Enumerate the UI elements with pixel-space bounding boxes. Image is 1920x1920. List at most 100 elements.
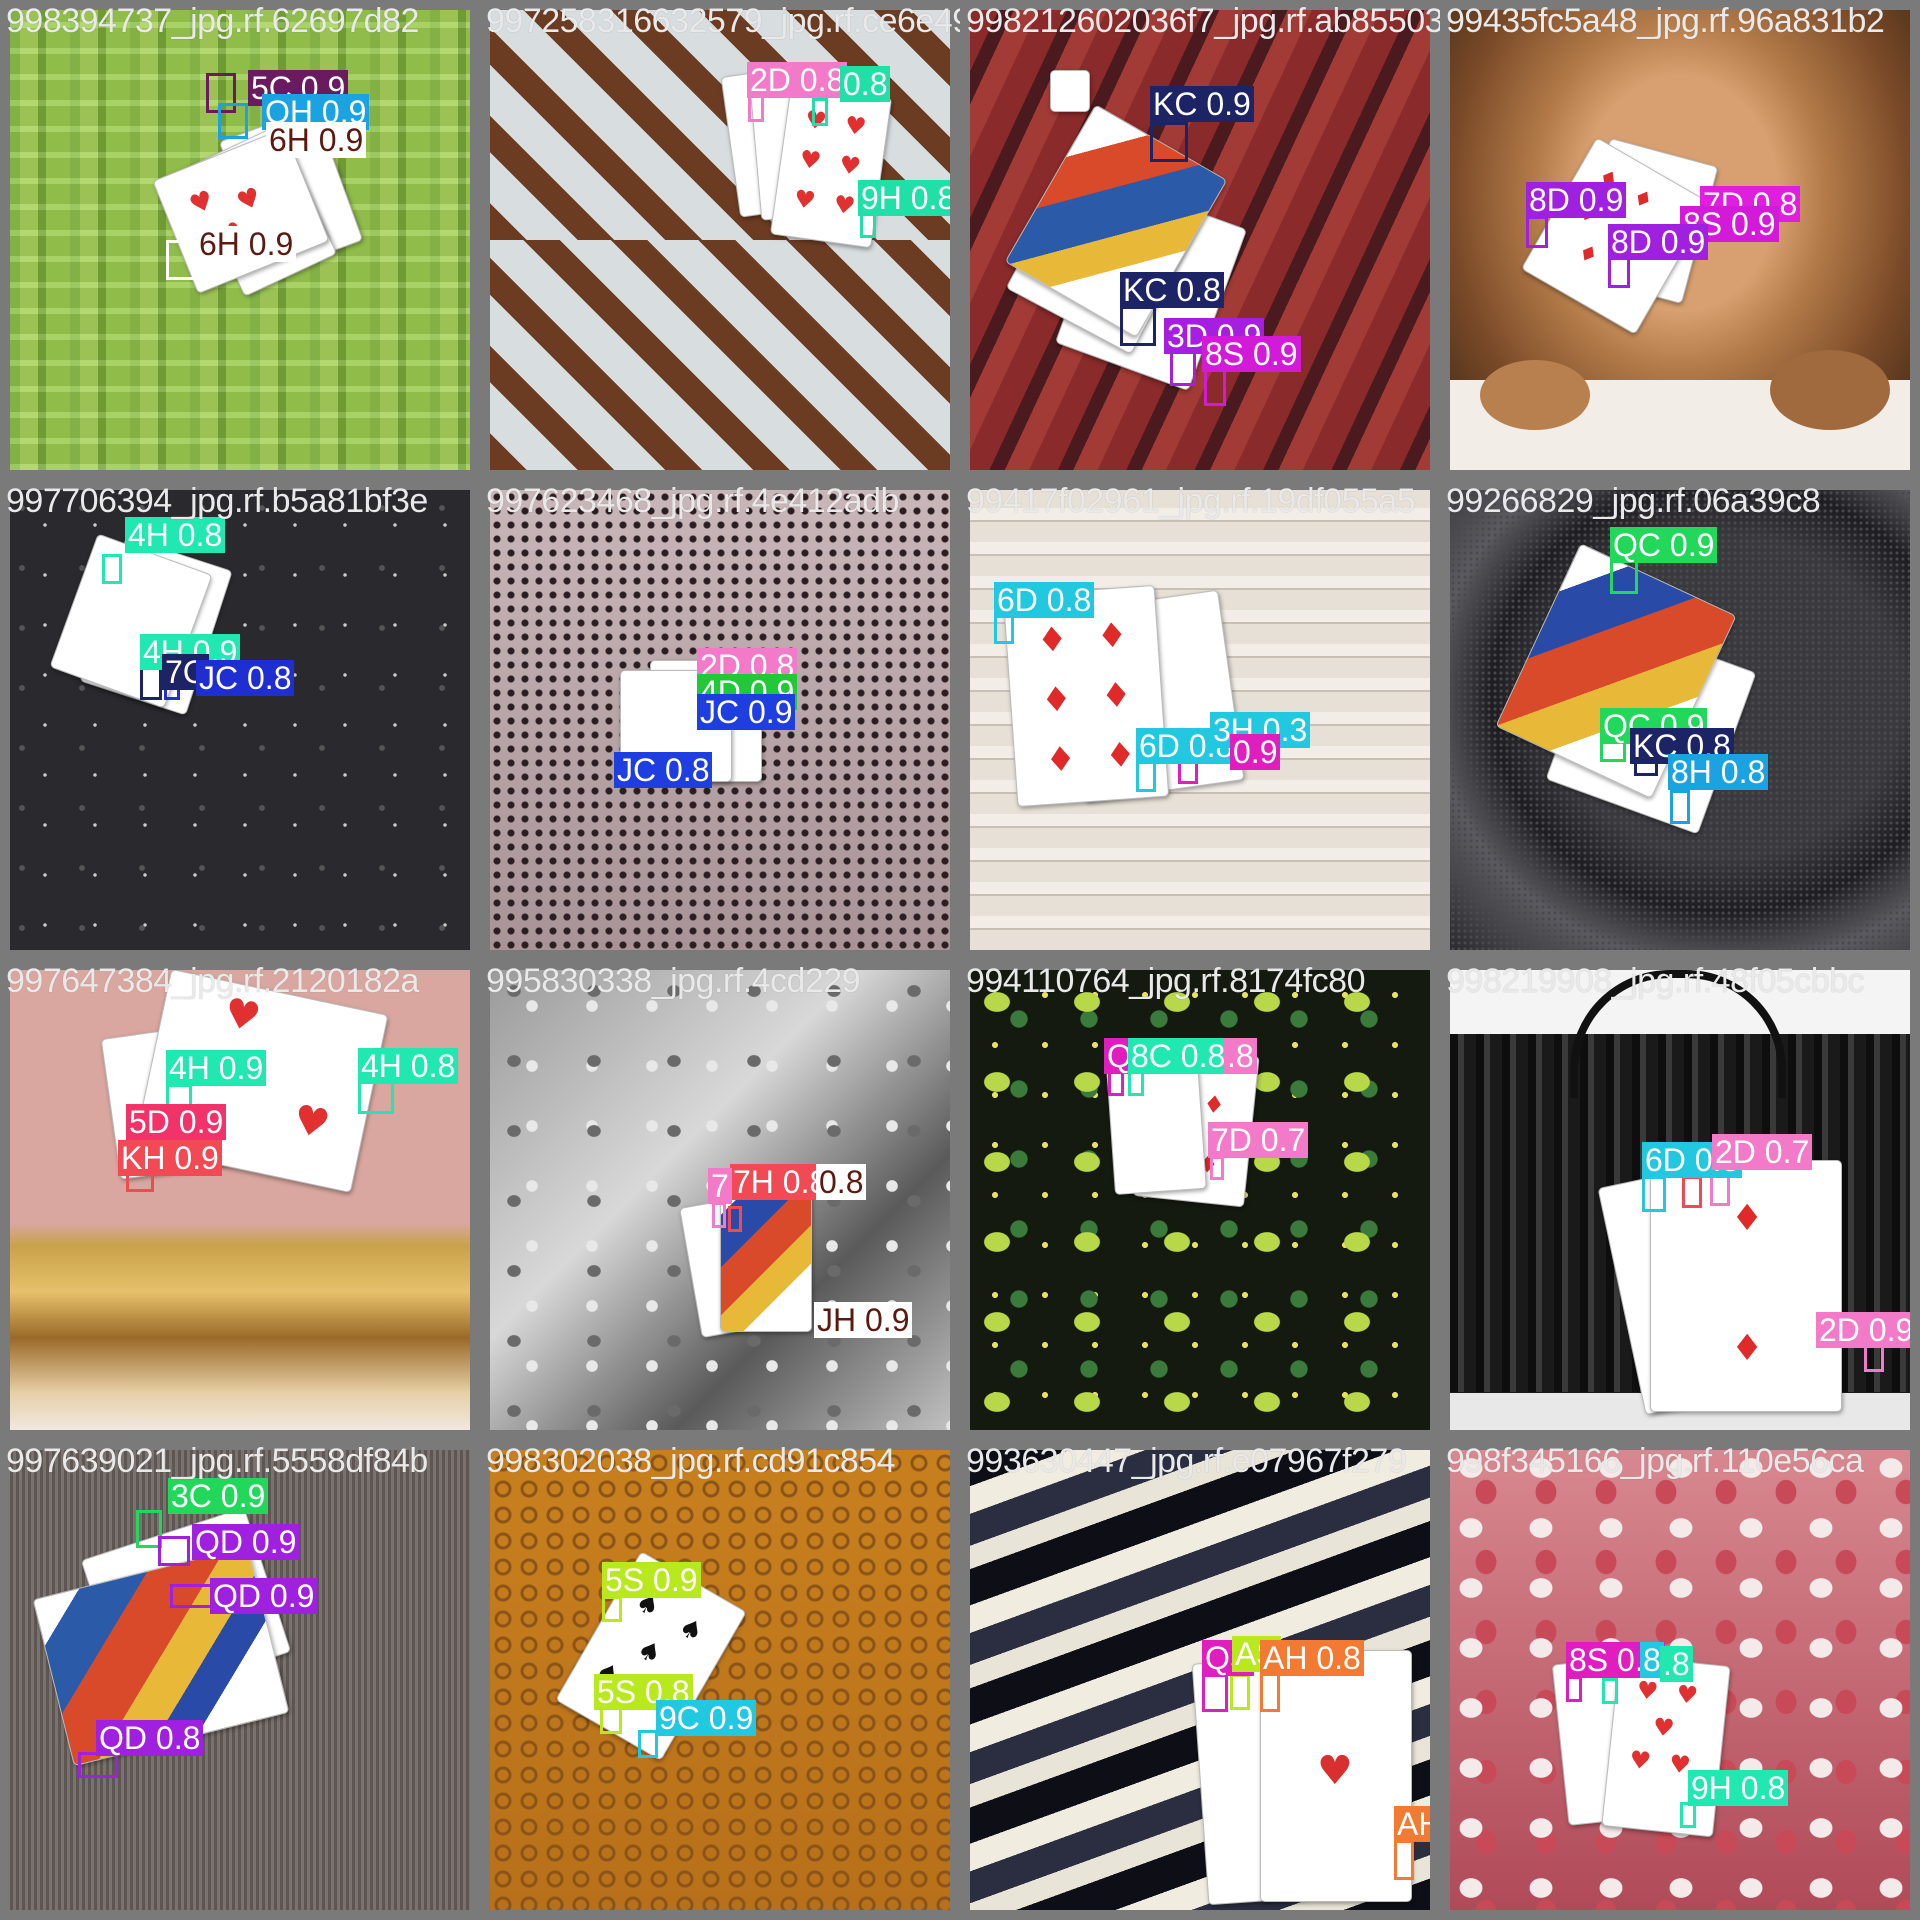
detection-label: 6D 0.8	[994, 582, 1095, 618]
detection-label: 8H 0.8	[1668, 754, 1769, 790]
detection-box	[170, 1584, 214, 1608]
image-filename: 997706394_jpg.rf.b5a81bf3e	[6, 482, 428, 520]
photo-background: ♥ ♥ ♥ 4H 0.8 4H 0.9 7C JC 0.8	[10, 490, 470, 950]
image-tile: ♦ ♦ 6D 0.8 2D 0.7 2D 0.9 998219908_jpg.r…	[1440, 960, 1920, 1440]
photo-background: ♦ ♦ ♦ ♦ ♦ ♦ 6D 0.8 6D 0.8 3H 0.3 0.9	[970, 490, 1430, 950]
photo-background: ♦ ♦ 6D 0.8 2D 0.7 2D 0.9	[1450, 970, 1910, 1430]
detection-label: QD 0.9	[192, 1524, 300, 1560]
detection-label: 7	[708, 1168, 732, 1204]
detection-box	[994, 614, 1014, 644]
image-filename: 994110764_jpg.rf.8174fc80	[966, 962, 1366, 1000]
detection-box	[602, 1596, 622, 1622]
image-tile: ♥ ♥ ♥ 4H 0.8 4H 0.9 7C JC 0.8 997706394_…	[0, 480, 480, 960]
detection-box	[1136, 760, 1156, 792]
detection-label: 4H 0.9	[166, 1050, 267, 1086]
detection-box	[102, 554, 122, 584]
detection-label: 0.8	[816, 1164, 867, 1200]
detection-box	[358, 1080, 394, 1114]
detection-label: 9H 0.8	[1688, 1770, 1789, 1806]
playing-card: ♦ ♦	[1650, 1160, 1842, 1412]
heart-icon: ♥	[837, 150, 863, 182]
detection-label: 6H 0.9	[266, 122, 367, 158]
detection-label: 0.8	[840, 66, 891, 102]
detection-box	[158, 1536, 190, 1566]
detection-box	[1230, 1674, 1250, 1710]
playing-card: ♥ ♥ ♥ ♥ ♥	[1601, 1654, 1731, 1838]
image-tile: 3C 0.9 QD 0.9 QD 0.9 QD 0.8 997639021_jp…	[0, 1440, 480, 1920]
image-tile: ♥ QS AS AH 0.8 AH 0.9 993630447_jpg.rf.e…	[960, 1440, 1440, 1920]
diamond-icon: ♦	[1039, 679, 1074, 722]
playing-card: ♥	[1260, 1650, 1412, 1902]
image-tile: ♥ ♥ ♥ 5C 0.9 QH 0.9 6H 0.9 6H 0.9 998394…	[0, 0, 480, 480]
detection-box	[1566, 1676, 1582, 1702]
heart-icon: ♥	[792, 184, 818, 216]
diamond-icon: ♦	[1095, 615, 1129, 658]
detection-label: 8D 0.9	[1608, 224, 1709, 260]
heart-icon: ♥	[1627, 1745, 1653, 1776]
photo-background: 3C 0.9 QD 0.9 QD 0.9 QD 0.8	[10, 1450, 470, 1910]
image-filename: 995830338_jpg.rf.4cd229	[486, 962, 861, 1000]
detection-label: 0.9	[1230, 734, 1281, 770]
detection-label: 4H 0.8	[125, 517, 226, 553]
detection-box	[1202, 1674, 1228, 1712]
photo-background: ♥ QS AS AH 0.8 AH 0.9	[970, 1450, 1430, 1910]
diamond-icon: ♦	[1099, 674, 1133, 717]
detection-box	[1210, 1156, 1224, 1180]
detection-label: QD 0.9	[210, 1578, 318, 1614]
image-tile: 2D 0.8 4D 0.9 JC 0.9 JC 0.8 997623468_jp…	[480, 480, 960, 960]
spade-icon: ♠	[631, 1633, 667, 1672]
image-tile: 7H 0.8 7 0.8 JH 0.9 995830338_jpg.rf.4cd…	[480, 960, 960, 1440]
image-filename: 998394737_jpg.rf.62697d82	[6, 2, 419, 40]
detection-label: 8S 0.9	[1202, 336, 1301, 372]
image-filename: 997647384_jpg.rf.2120182a	[6, 962, 419, 1000]
detection-label: KC 0.8	[1120, 272, 1224, 308]
image-filename: 99417f02961_jpg.rf.19df055a5	[966, 482, 1416, 520]
image-tile: ♦ ♦ ♦ ♦ Q 8C 0.8 .8 7D 0.7 994110764_jpg…	[960, 960, 1440, 1440]
diamond-icon: ♦	[1731, 1328, 1764, 1369]
detection-label: 4H 0.8	[358, 1048, 459, 1084]
spade-icon: ♠	[673, 1611, 709, 1650]
heart-icon: ♥	[1317, 1748, 1353, 1794]
detection-label: 3C 0.9	[168, 1478, 269, 1514]
detection-label: JC 0.9	[697, 694, 796, 730]
photo-background: ♥ ♥ ♥ ♥ ♥ ♥ 2D 0.8 0.8 9H 0.8	[490, 10, 950, 470]
detection-box	[600, 1706, 622, 1734]
detection-label: AH 0.9	[1394, 1806, 1430, 1842]
detection-label: KH 0.9	[118, 1140, 222, 1176]
detection-label: JC 0.8	[614, 752, 713, 788]
image-tile: ♥ ♥ 4H 0.9 4H 0.8 5D 0.9 KH 0.9 99764738…	[0, 960, 480, 1440]
photo-background: ♥ ♥ ♥ ♥ ♥ 8S 0.8 8 .8 9H 0.8	[1450, 1450, 1910, 1910]
image-filename: 99435fc5a48_jpg.rf.96a831b2	[1446, 2, 1885, 40]
detection-label: 8D 0.9	[1526, 182, 1627, 218]
detection-box	[1394, 1840, 1414, 1880]
image-tile: ♥ ♥ ♥ ♥ ♥ ♥ 2D 0.8 0.8 9H 0.8 9972583166…	[480, 0, 960, 480]
detection-box	[140, 666, 162, 700]
image-filename: 998219908_jpg.rf.48f05cbbc	[1446, 962, 1865, 1000]
photo-background: QC 0.9 QC 0.9 KC 0.8 8H 0.8	[1450, 490, 1910, 950]
image-filename: 998302038_jpg.rf.cd91c854	[486, 1442, 896, 1480]
detection-box	[166, 240, 198, 280]
image-tile: ♦ ♦ ♦ ♦ ♦ ♦ 6D 0.8 6D 0.8 3H 0.3 0.9 994…	[960, 480, 1440, 960]
detection-box	[1260, 1672, 1280, 1712]
image-tile: ♥ ♥ ♥ ♥ ♥ 8S 0.8 8 .8 9H 0.8 998f345166_…	[1440, 1440, 1920, 1920]
detection-box	[728, 1206, 742, 1232]
detection-box	[748, 94, 764, 122]
image-filename: 997623468_jpg.rf.4e412adb	[486, 482, 899, 520]
photo-background: ♦ ♦ ♦ ♦ ♦ 8D 0.9 7D 0.8 8S 0.9 8D 0.9	[1450, 10, 1910, 470]
diamond-icon: ♦	[1731, 1198, 1764, 1239]
detection-label: 8C 0.8	[1128, 1038, 1229, 1074]
detection-label: 6H 0.9	[196, 226, 297, 262]
detection-label: .8	[1224, 1038, 1257, 1074]
image-tile: ♠ ♠ ♠ ♠ 5S 0.9 5S 0.8 9C 0.9 998302038_j…	[480, 1440, 960, 1920]
heart-icon: ♥	[842, 110, 869, 142]
detection-box	[1610, 560, 1638, 594]
detection-box	[812, 98, 828, 126]
playing-card	[720, 1180, 812, 1332]
detection-box	[1682, 1176, 1702, 1208]
detection-box	[1204, 366, 1226, 406]
detection-box	[218, 103, 248, 139]
heart-icon: ♥	[232, 181, 266, 219]
diamond-icon: ♦	[1627, 184, 1658, 216]
image-tile: QC 0.9 QC 0.9 KC 0.8 8H 0.8 99266829_jpg…	[1440, 480, 1920, 960]
detection-box	[638, 1730, 658, 1758]
